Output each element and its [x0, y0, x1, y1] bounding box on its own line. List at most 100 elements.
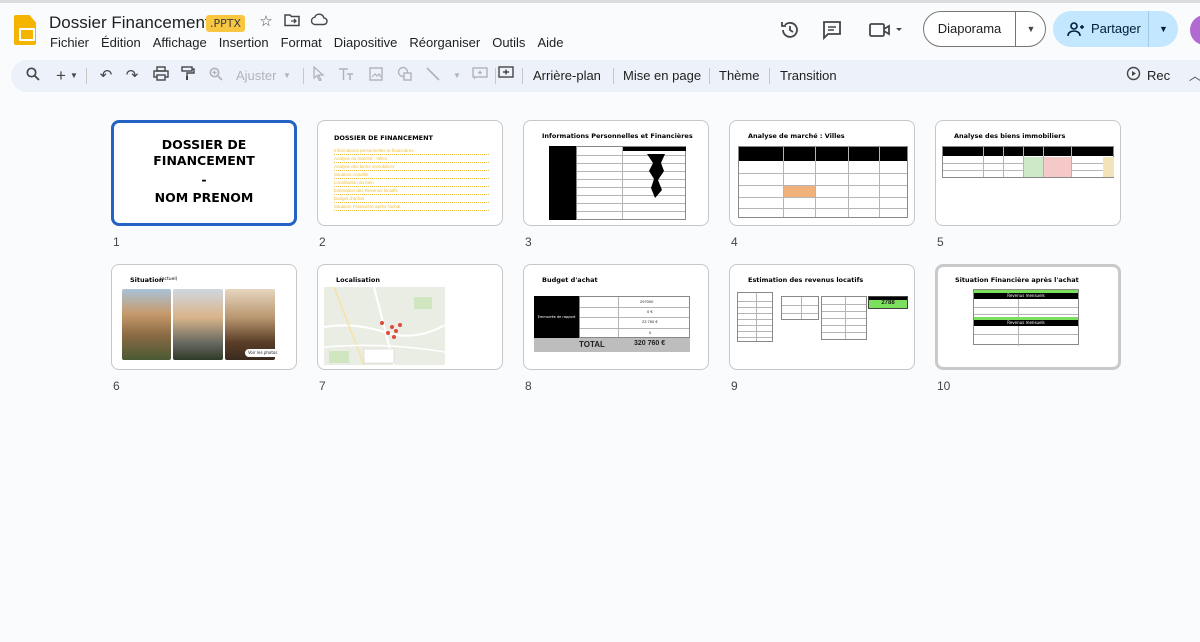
rental-table-1 — [737, 292, 773, 342]
star-icon[interactable]: ☆ — [257, 13, 275, 31]
share-button[interactable]: Partager ▼ — [1053, 11, 1178, 47]
slide-title: Analyse des biens immobiliers — [954, 132, 1066, 140]
undo-icon[interactable]: ↶ — [98, 66, 114, 86]
slideshow-button[interactable]: Diaporama ▼ — [923, 11, 1046, 47]
slide-thumbnail-8[interactable]: Budget d'achat Emmorrée de rapport 29700… — [523, 264, 709, 370]
menu-insertion[interactable]: Insertion — [213, 34, 275, 52]
editor-toolbar: + ▼ ↶ ↷ Ajuster ▼ ▼ Arrière-plan Mise en… — [11, 60, 1200, 92]
document-title[interactable]: Dossier Financement — [49, 13, 210, 33]
budget-total-value: 320 760 € — [634, 340, 666, 347]
slide-number: 2 — [319, 235, 326, 249]
redo-icon[interactable]: ↷ — [124, 66, 140, 86]
budget-label-column: Emmorrée de rapport — [534, 296, 579, 338]
budget-value: 297000 — [640, 299, 654, 304]
menu-reorganiser[interactable]: Réorganiser — [403, 34, 486, 52]
slide-thumbnail-9[interactable]: Estimation des revenus locatifs 2788 — [729, 264, 915, 370]
slide-title-line: FINANCEMENT — [153, 153, 255, 168]
toolbar-divider — [613, 68, 614, 84]
app-header: Dossier Financement .PPTX ☆ Fichier Éditi… — [0, 3, 1200, 57]
menu-aide[interactable]: Aide — [531, 34, 569, 52]
table-label-column — [549, 146, 576, 220]
line-dropdown-icon[interactable]: ▼ — [452, 66, 462, 86]
shape-icon[interactable] — [396, 66, 414, 86]
toc-entry: Situation Actuelle — [334, 172, 489, 179]
menu-edition[interactable]: Édition — [95, 34, 147, 52]
meet-video-icon[interactable] — [868, 19, 906, 41]
menu-fichier[interactable]: Fichier — [44, 34, 95, 52]
slide-number: 4 — [731, 235, 738, 249]
slide-number: 3 — [525, 235, 532, 249]
slide-thumbnail-10[interactable]: Situation Financière après l'achat Reven… — [935, 264, 1121, 370]
line-icon[interactable] — [424, 66, 442, 86]
background-button[interactable]: Arrière-plan — [533, 67, 601, 85]
property-photo-street — [173, 289, 223, 360]
slide-title-line: NOM PRENOM — [154, 190, 254, 205]
search-icon[interactable] — [25, 66, 41, 86]
rental-total-value: 2788 — [881, 300, 895, 306]
slide-grid: DOSSIER DE FINANCEMENT - NOM PRENOM 1 DO… — [0, 110, 1200, 410]
record-icon[interactable] — [1125, 66, 1141, 86]
slide-number: 9 — [731, 379, 738, 393]
slide-title: DOSSIER DE FINANCEMENT — [334, 134, 433, 142]
location-map — [324, 287, 445, 365]
toolbar-divider — [495, 68, 496, 84]
slide-thumbnail-4[interactable]: Analyse de marché : Villes — [729, 120, 915, 226]
slides-logo-icon[interactable] — [14, 15, 36, 45]
insert-image-icon[interactable] — [368, 66, 384, 86]
print-icon[interactable] — [152, 66, 170, 86]
slideshow-dropdown-icon[interactable]: ▼ — [1016, 12, 1046, 46]
budget-row-label: Emmorrée de rapport — [537, 315, 576, 319]
theme-button[interactable]: Thème — [719, 67, 759, 85]
slide-title: Informations Personnelles et Financières — [542, 132, 693, 140]
record-button[interactable]: Rec — [1147, 67, 1170, 85]
zoom-fit-select[interactable]: Ajuster — [236, 67, 276, 85]
slide-title-line: DOSSIER DE — [161, 137, 247, 152]
budget-value: 23 760 € — [642, 319, 658, 324]
toolbar-divider — [522, 68, 523, 84]
personal-info-table — [576, 146, 686, 220]
transition-button[interactable]: Transition — [780, 67, 837, 85]
cloud-status-icon[interactable] — [310, 13, 328, 31]
paint-format-icon[interactable] — [180, 66, 196, 86]
user-avatar[interactable] — [1190, 15, 1200, 45]
file-format-badge: .PPTX — [206, 15, 246, 32]
slide-title: Situation Financière après l'achat — [955, 276, 1079, 284]
slide-title-line: - — [201, 172, 207, 187]
slide-number: 1 — [113, 235, 120, 249]
menu-outils[interactable]: Outils — [486, 34, 531, 52]
comment-insert-icon[interactable] — [471, 66, 489, 86]
menu-diapositive[interactable]: Diapositive — [328, 34, 404, 52]
slide-thumbnail-7[interactable]: Localisation — [317, 264, 503, 370]
share-dropdown-icon[interactable]: ▼ — [1149, 11, 1178, 47]
select-cursor-icon[interactable] — [311, 65, 327, 86]
market-analysis-table — [738, 146, 908, 218]
budget-value: 0 — [649, 330, 652, 335]
zoom-dropdown-icon[interactable]: ▼ — [282, 66, 292, 86]
share-person-icon — [1067, 22, 1084, 37]
slide-thumbnail-3[interactable]: Informations Personnelles et Financières — [523, 120, 709, 226]
new-slide-plus-icon[interactable]: + — [54, 66, 68, 86]
slide-number: 5 — [937, 235, 944, 249]
menu-affichage[interactable]: Affichage — [147, 34, 213, 52]
menu-format[interactable]: Format — [275, 34, 328, 52]
slide-thumbnail-6[interactable]: Situation (actuel) Voir les photos — [111, 264, 297, 370]
version-history-icon[interactable] — [779, 19, 801, 41]
slide-subtitle: (actuel) — [160, 277, 178, 282]
redacted-shape — [647, 154, 665, 198]
toolbar-divider — [709, 68, 710, 84]
slide-thumbnail-5[interactable]: Analyse des biens immobiliers — [935, 120, 1121, 226]
collapse-toolbar-icon[interactable]: ︿ — [1189, 66, 1200, 86]
slideshow-label[interactable]: Diaporama — [924, 12, 1016, 46]
slide-thumbnail-1[interactable]: DOSSIER DE FINANCEMENT - NOM PRENOM — [111, 120, 297, 226]
move-folder-icon[interactable] — [283, 13, 301, 31]
slide-thumbnail-2[interactable]: DOSSIER DE FINANCEMENT Informations pers… — [317, 120, 503, 226]
new-slide-dropdown-icon[interactable]: ▼ — [69, 66, 79, 86]
add-comment-icon[interactable] — [497, 66, 515, 86]
text-box-icon[interactable] — [337, 66, 355, 86]
zoom-icon[interactable] — [208, 66, 224, 86]
slide-title: Localisation — [336, 276, 380, 284]
slide-title: Situation — [130, 276, 164, 284]
layout-button[interactable]: Mise en page — [623, 67, 701, 85]
comments-icon[interactable] — [821, 19, 843, 41]
toolbar-divider — [86, 68, 87, 84]
